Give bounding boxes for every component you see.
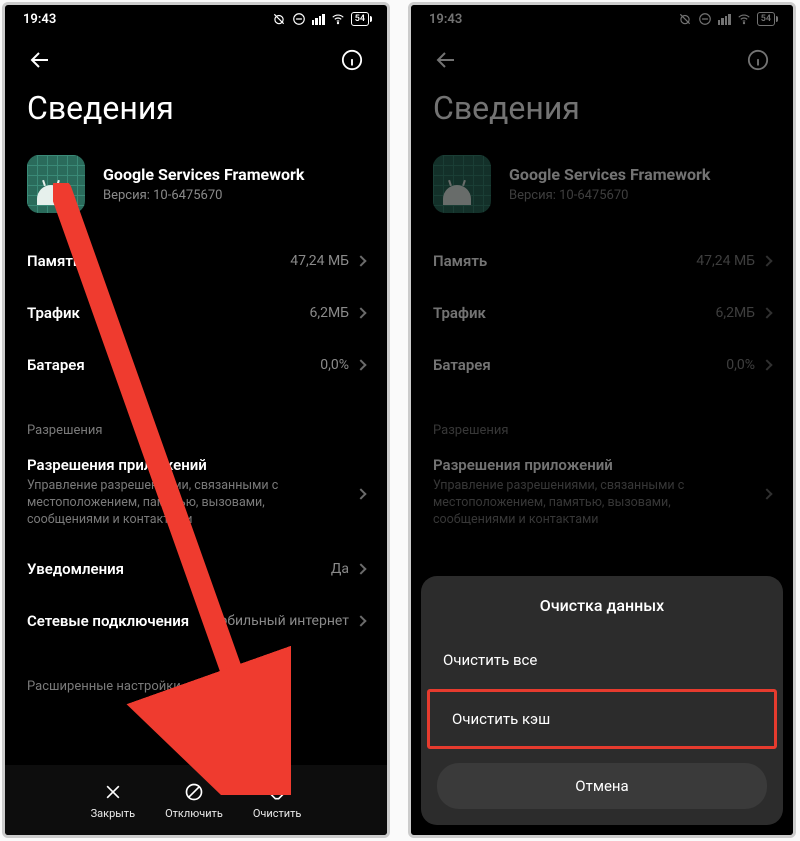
status-time: 19:43 [429,12,462,27]
wifi-icon [331,12,345,26]
back-button[interactable] [433,47,459,73]
alarm-off-icon [678,12,692,26]
section-advanced-header: Расширенные настройки [5,675,387,702]
row-battery[interactable]: Батарея 0,0% [411,339,793,391]
app-name: Google Services Framework [103,165,304,184]
chevron-right-icon [355,359,366,370]
section-permissions-header: Разрешения [411,419,793,446]
row-value: 47,24 МБ [696,253,755,269]
row-battery[interactable]: Батарея 0,0% [5,339,387,391]
chevron-right-icon [761,255,772,266]
app-version: Версия: 10-6475670 [509,188,710,203]
row-network[interactable]: Сетевые подключения Мобильный интернет [5,595,387,647]
disable-button[interactable]: Отключить [165,781,223,820]
battery-icon: 54 [757,12,775,26]
app-header: Google Services Framework Версия: 10-647… [411,149,793,235]
row-memory[interactable]: Память 47,24 МБ [411,235,793,287]
top-nav [411,33,793,81]
top-nav [5,33,387,81]
clear-button[interactable]: Очистить [253,781,302,820]
row-label: Уведомления [27,560,124,578]
row-value: 6,2МБ [715,305,755,321]
disable-icon [183,781,205,803]
row-description: Управление разрешениями, связанными с ме… [433,478,737,529]
status-right: 54 [678,12,775,26]
sheet-title: Очистка данных [421,596,783,633]
row-app-permissions[interactable]: Разрешения приложений Управление разреше… [5,446,387,543]
sheet-option-clear-cache[interactable]: Очистить кэш [427,689,777,749]
phone-right: 19:43 54 [408,2,796,838]
status-bar: 19:43 54 [411,5,793,33]
chevron-right-icon [355,563,366,574]
app-header: Google Services Framework Версия: 10-647… [5,149,387,235]
status-time: 19:43 [23,12,56,27]
row-label: Трафик [27,304,80,322]
row-label: Разрешения приложений [433,456,771,474]
row-traffic[interactable]: Трафик 6,2МБ [5,287,387,339]
close-icon [102,781,124,803]
chevron-right-icon [761,359,772,370]
row-label: Трафик [433,304,486,322]
clear-data-sheet: Очистка данных Очистить все Очистить кэш… [421,576,783,825]
row-traffic[interactable]: Трафик 6,2МБ [411,287,793,339]
battery-icon: 54 [351,12,369,26]
chevron-right-icon [761,489,772,500]
row-value: 0,0% [320,357,349,373]
signal-icon [312,14,325,25]
wifi-icon [737,12,751,26]
row-value: 47,24 МБ [290,253,349,269]
button-label: Очистить [253,807,302,820]
status-bar: 19:43 54 [5,5,387,33]
row-value: Мобильный интернет [207,613,349,629]
app-icon [433,155,491,213]
dnd-icon [698,12,712,26]
page-title: Сведения [5,81,387,149]
alarm-off-icon [272,12,286,26]
chevron-right-icon [761,307,772,318]
row-label: Батарея [433,356,491,374]
page-title: Сведения [411,81,793,149]
chevron-right-icon [355,615,366,626]
bottom-bar: Закрыть Отключить Очистить [5,765,387,835]
row-label: Батарея [27,356,85,374]
back-button[interactable] [27,47,53,73]
row-memory[interactable]: Память 47,24 МБ [5,235,387,287]
row-label: Сетевые подключения [27,612,189,630]
app-version: Версия: 10-6475670 [103,188,304,203]
signal-icon [718,14,731,25]
sheet-cancel-button[interactable]: Отмена [437,763,767,809]
button-label: Закрыть [91,807,135,820]
close-button[interactable]: Закрыть [91,781,135,820]
row-label: Память [433,252,487,270]
row-app-permissions[interactable]: Разрешения приложений Управление разреше… [411,446,793,543]
row-notifications[interactable]: Уведомления Да [5,543,387,595]
dnd-icon [292,12,306,26]
phone-left: 19:43 54 [2,2,390,838]
clear-icon [266,781,288,803]
row-description: Управление разрешениями, связанными с ме… [27,478,331,529]
row-label: Разрешения приложений [27,456,365,474]
chevron-right-icon [355,307,366,318]
sheet-option-clear-all[interactable]: Очистить все [421,633,783,687]
row-value: Да [331,561,349,577]
info-list: Память 47,24 МБ Трафик 6,2МБ Батарея 0,0… [5,235,387,702]
info-button[interactable] [745,47,771,73]
button-label: Отключить [165,807,223,820]
app-name: Google Services Framework [509,165,710,184]
app-icon [27,155,85,213]
chevron-right-icon [355,255,366,266]
info-list: Память 47,24 МБ Трафик 6,2МБ Батарея 0,0… [411,235,793,543]
info-button[interactable] [339,47,365,73]
row-label: Память [27,252,81,270]
status-right: 54 [272,12,369,26]
chevron-right-icon [355,489,366,500]
row-value: 6,2МБ [309,305,349,321]
row-value: 0,0% [726,357,755,373]
section-permissions-header: Разрешения [5,419,387,446]
